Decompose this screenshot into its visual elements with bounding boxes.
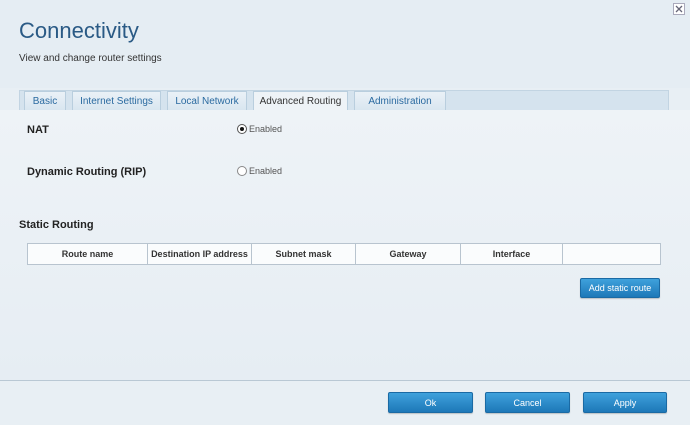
column-header-subnet-mask: Subnet mask: [252, 244, 356, 264]
footer-bar: Ok Cancel Apply: [0, 380, 690, 425]
cancel-button[interactable]: Cancel: [485, 392, 570, 413]
column-header-interface: Interface: [461, 244, 563, 264]
column-header-route-name: Route name: [28, 244, 148, 264]
tab-administration[interactable]: Administration: [354, 91, 446, 110]
rip-label: Dynamic Routing (RIP): [27, 166, 147, 178]
tab-basic[interactable]: Basic: [24, 91, 66, 110]
page-header: Connectivity View and change router sett…: [0, 0, 690, 88]
page-title: Connectivity: [19, 18, 139, 43]
radio-unchecked-icon: [237, 166, 247, 176]
tab-bar: Basic Internet Settings Local Network Ad…: [19, 90, 669, 111]
apply-button[interactable]: Apply: [583, 392, 667, 413]
rip-enabled-label: Enabled: [249, 166, 283, 176]
rip-enabled-radio[interactable]: Enabled: [237, 166, 282, 176]
static-routes-table: Route name Destination IP address Subnet…: [27, 243, 661, 265]
tab-advanced-routing[interactable]: Advanced Routing: [253, 91, 348, 111]
settings-panel: NAT Enabled Dynamic Routing (RIP) Enable…: [0, 110, 690, 380]
column-header-actions: [563, 244, 660, 264]
add-static-route-button[interactable]: Add static route: [580, 278, 660, 298]
nat-enabled-radio[interactable]: Enabled: [237, 124, 282, 134]
static-routing-title: Static Routing: [19, 219, 94, 231]
radio-checked-icon: [237, 124, 247, 134]
nat-enabled-label: Enabled: [249, 124, 283, 134]
tab-internet-settings[interactable]: Internet Settings: [72, 91, 161, 110]
column-header-destination-ip: Destination IP address: [148, 244, 252, 264]
close-icon[interactable]: [673, 3, 685, 15]
ok-button[interactable]: Ok: [388, 392, 473, 413]
page-subtitle: View and change router settings: [19, 53, 162, 64]
column-header-gateway: Gateway: [356, 244, 461, 264]
tab-local-network[interactable]: Local Network: [167, 91, 247, 110]
nat-label: NAT: [27, 124, 49, 136]
